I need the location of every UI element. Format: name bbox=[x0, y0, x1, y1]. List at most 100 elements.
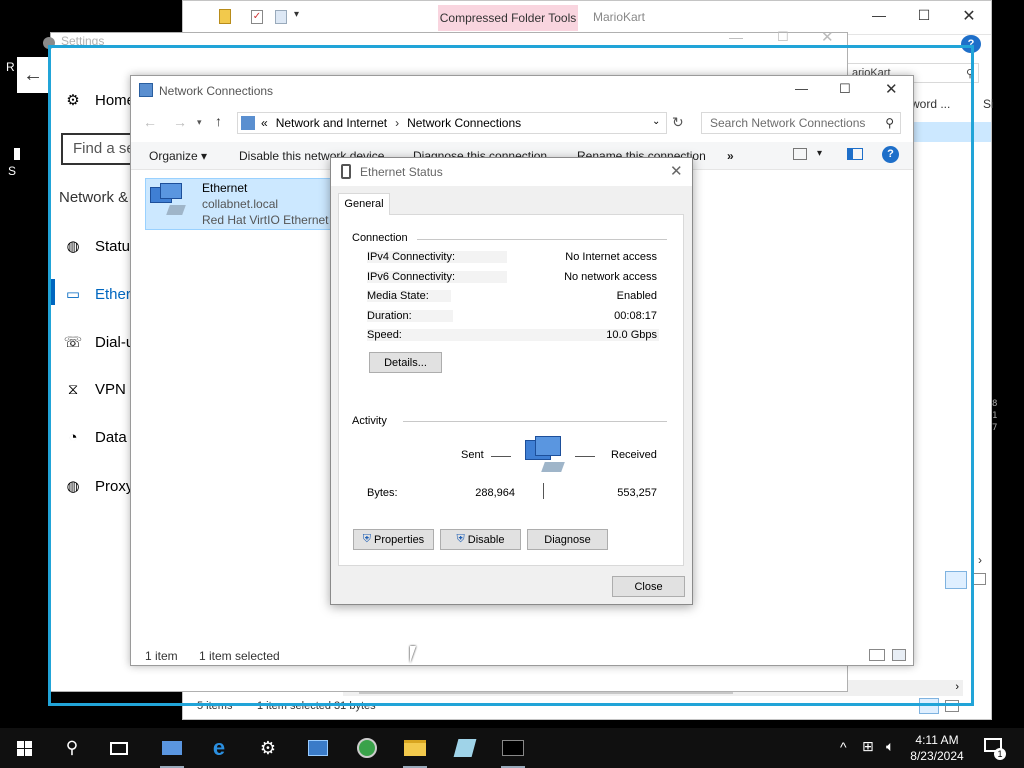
change-view-icon[interactable] bbox=[793, 148, 807, 160]
settings-close-icon[interactable]: ✕ bbox=[821, 28, 834, 46]
network-tray-icon[interactable]: ⊞ bbox=[862, 738, 874, 755]
bytes-divider bbox=[543, 483, 544, 499]
view-dropdown-icon[interactable]: ▾ bbox=[817, 148, 822, 159]
scroll-right-arrow[interactable]: › bbox=[978, 553, 982, 567]
network-users-icon[interactable] bbox=[160, 736, 184, 760]
folder-zip-icon bbox=[219, 9, 231, 24]
speed-value: 10.0 Gbps bbox=[606, 329, 657, 341]
new-folder-icon[interactable] bbox=[275, 10, 287, 24]
settings-home[interactable]: ⚙ Home bbox=[63, 91, 135, 110]
details-view-icon-2[interactable] bbox=[919, 698, 939, 714]
settings-gear-icon[interactable]: ⚙ bbox=[256, 736, 280, 760]
pie-icon: ◔ bbox=[68, 429, 78, 446]
large-icons-view-icon[interactable] bbox=[972, 573, 986, 585]
globe-icon: ◍ bbox=[66, 478, 80, 495]
media-state-label: Media State: bbox=[367, 290, 429, 302]
notepad-icon[interactable] bbox=[453, 736, 477, 760]
breadcrumb-overflow[interactable]: « bbox=[261, 116, 268, 130]
large-icons-view-icon-2[interactable] bbox=[945, 700, 959, 712]
tab-general[interactable]: General bbox=[338, 193, 390, 215]
more-commands-button[interactable]: » bbox=[727, 149, 734, 163]
close-icon[interactable]: ✕ bbox=[946, 6, 992, 26]
mouse-cursor-icon bbox=[410, 646, 422, 663]
globe-app-icon[interactable] bbox=[355, 736, 379, 760]
forward-icon[interactable]: → bbox=[173, 114, 187, 130]
back-icon[interactable]: ← bbox=[143, 114, 157, 130]
up-icon[interactable]: ↑ bbox=[215, 113, 222, 129]
preview-pane-icon[interactable] bbox=[847, 148, 863, 160]
organize-button[interactable]: Organize ▾ bbox=[149, 149, 207, 163]
netconn-maximize-icon[interactable]: ☐ bbox=[839, 81, 851, 97]
column-header-size[interactable]: Si bbox=[983, 97, 994, 111]
netconn-close-icon[interactable]: ✕ bbox=[885, 80, 898, 98]
internet-explorer-icon[interactable]: e bbox=[207, 735, 231, 760]
settings-titlebar[interactable]: Settings — ☐ ✕ bbox=[19, 25, 834, 59]
netconn-minimize-icon[interactable]: — bbox=[795, 81, 808, 96]
ethernet-status-dialog[interactable]: Ethernet Status ✕ General Connection IPv… bbox=[330, 157, 693, 605]
address-bar[interactable]: « Network and Internet › Network Connect… bbox=[237, 112, 667, 134]
show-hidden-icons-chevron-icon[interactable]: ^ bbox=[840, 739, 847, 755]
qat-dropdown-icon[interactable]: ▾ bbox=[294, 9, 299, 20]
properties-icon[interactable]: ✓ bbox=[251, 10, 263, 24]
settings-maximize-icon[interactable]: ☐ bbox=[777, 29, 789, 45]
help-icon[interactable]: ? bbox=[882, 146, 899, 163]
breadcrumb-network-connections[interactable]: Network Connections bbox=[407, 116, 521, 130]
diagnose-button[interactable]: Diagnose bbox=[527, 529, 608, 550]
taskbar: ⚲ e ⚙ ^ ⊞ 🔈︎ 4:11 AM 8/23/2024 1 bbox=[0, 728, 1024, 768]
search-icon: ⚲ bbox=[885, 116, 894, 130]
settings-item-proxy[interactable]: ◍ Proxy bbox=[63, 477, 133, 496]
sent-label: Sent bbox=[461, 449, 484, 461]
sent-line bbox=[491, 456, 511, 457]
duration-label: Duration: bbox=[367, 310, 412, 322]
settings-item-label: Data bbox=[95, 429, 127, 446]
search-icon[interactable]: ⚲ bbox=[60, 736, 84, 760]
close-button[interactable]: Close bbox=[612, 576, 685, 597]
settings-section-title: Network & bbox=[59, 189, 129, 206]
details-button[interactable]: Details... bbox=[369, 352, 442, 373]
breadcrumb-network-internet[interactable]: Network and Internet bbox=[276, 116, 387, 130]
file-explorer-icon[interactable] bbox=[403, 736, 427, 760]
refresh-icon[interactable]: ↻ bbox=[672, 114, 684, 131]
settings-item-vpn[interactable]: ⧖ VPN bbox=[63, 381, 126, 398]
settings-item-status[interactable]: ◍ Status bbox=[63, 237, 137, 256]
disable-button[interactable]: ⛨ Disable bbox=[440, 529, 521, 550]
search-input[interactable]: Search Network Connections ⚲ bbox=[701, 112, 901, 134]
ethernet-adapter-item[interactable]: Ethernet collabnet.local Red Hat VirtIO … bbox=[145, 178, 339, 230]
settings-item-dialup[interactable]: ☏ Dial-u bbox=[63, 333, 135, 352]
monitor-icon: ▭ bbox=[65, 286, 81, 303]
address-dropdown-icon[interactable]: ⌄ bbox=[652, 116, 660, 127]
server-manager-icon[interactable] bbox=[306, 736, 330, 760]
settings-item-ethernet[interactable]: ▭ Ether bbox=[63, 285, 131, 304]
netconn-title: Network Connections bbox=[159, 84, 274, 98]
dialog-close-icon[interactable]: ✕ bbox=[670, 162, 683, 180]
task-view-icon[interactable] bbox=[107, 736, 131, 760]
details-view-icon[interactable] bbox=[869, 649, 885, 661]
notification-badge: 1 bbox=[994, 748, 1006, 760]
ethernet-plug-icon bbox=[341, 164, 351, 179]
details-view-icon[interactable] bbox=[945, 571, 967, 589]
command-prompt-icon[interactable] bbox=[501, 736, 525, 760]
connection-heading: Connection bbox=[352, 232, 408, 244]
settings-item-data[interactable]: ◔ Data bbox=[63, 429, 127, 446]
volume-muted-icon[interactable]: 🔈︎ bbox=[886, 738, 894, 755]
bytes-sent-value: 288,964 bbox=[475, 487, 515, 499]
start-windows-icon[interactable] bbox=[12, 736, 36, 760]
adapter-driver: Red Hat VirtIO Ethernet A bbox=[202, 213, 340, 227]
large-icons-view-icon[interactable] bbox=[892, 649, 906, 661]
properties-button[interactable]: ⛨ Properties bbox=[353, 529, 434, 550]
address-network-icon bbox=[241, 116, 255, 130]
settings-item-label: VPN bbox=[95, 381, 126, 398]
explorer-title: MarioKart bbox=[593, 10, 646, 24]
back-arrow-icon[interactable]: ← bbox=[17, 57, 49, 93]
scroll-right-icon[interactable]: › bbox=[955, 681, 959, 693]
search-icon: ⚲ bbox=[965, 68, 974, 80]
settings-minimize-icon[interactable]: — bbox=[729, 29, 743, 45]
selected-row[interactable] bbox=[913, 122, 991, 142]
netconn-titlebar[interactable]: Network Connections — ☐ ✕ bbox=[131, 76, 913, 106]
minimize-icon[interactable]: — bbox=[856, 7, 902, 23]
maximize-icon[interactable]: ☐ bbox=[901, 7, 947, 24]
dialog-titlebar[interactable]: Ethernet Status ✕ bbox=[331, 158, 692, 186]
clock[interactable]: 4:11 AM 8/23/2024 bbox=[906, 733, 968, 763]
help-icon[interactable]: ? bbox=[961, 35, 981, 53]
recent-dropdown-icon[interactable]: ▾ bbox=[197, 117, 202, 128]
